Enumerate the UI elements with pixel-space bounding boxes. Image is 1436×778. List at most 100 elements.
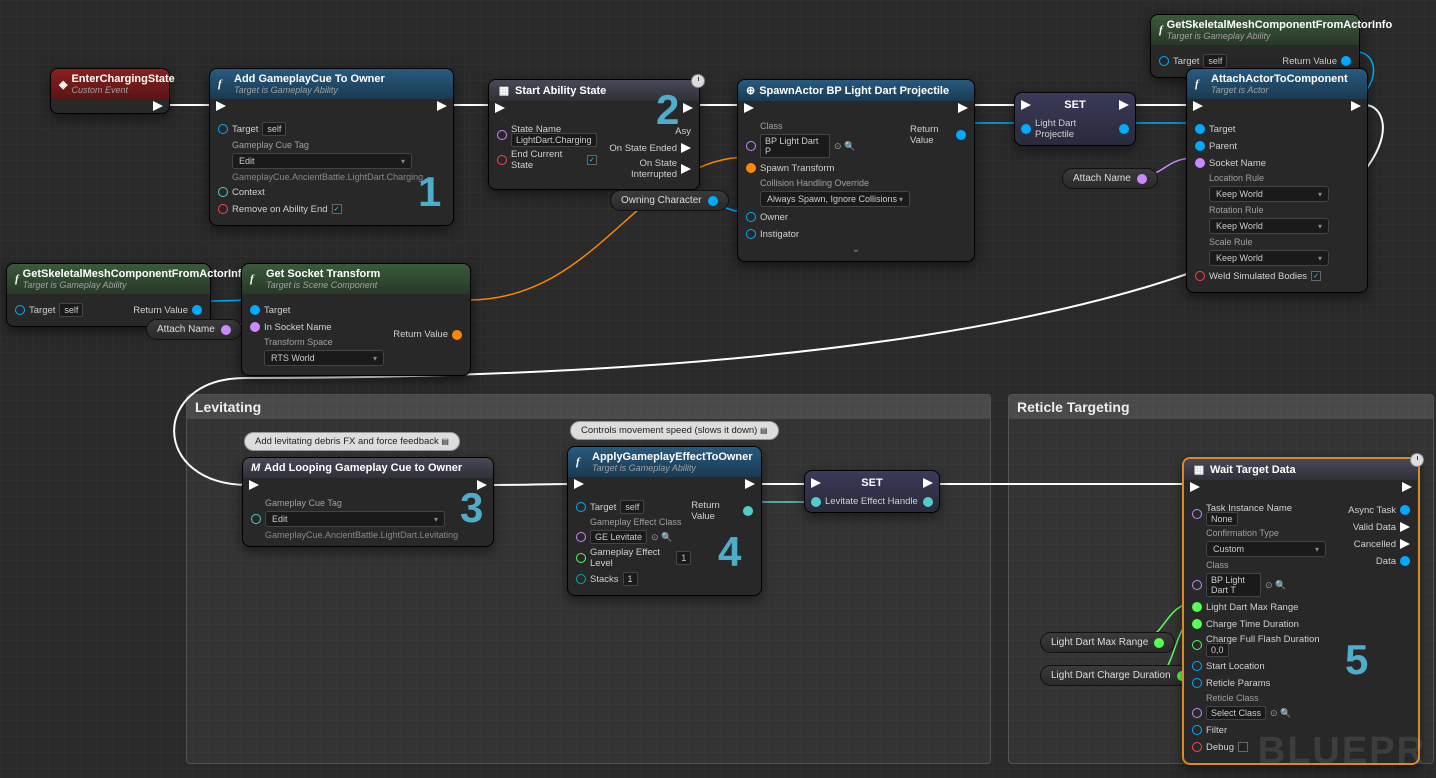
pin-tag[interactable] xyxy=(251,514,261,524)
pin-out[interactable] xyxy=(1154,638,1164,648)
pin-remove[interactable] xyxy=(218,204,228,214)
graph-canvas[interactable]: ◈ EnterChargingState Custom Event f Add … xyxy=(0,0,1436,778)
exec-in-pin[interactable] xyxy=(249,480,259,490)
exec-in-pin[interactable] xyxy=(744,103,754,113)
pin-ge-level[interactable] xyxy=(576,553,586,563)
var-attach-name-1[interactable]: Attach Name xyxy=(1062,168,1158,189)
pin-target[interactable] xyxy=(250,305,260,315)
class-value[interactable]: BP Light Dart P xyxy=(760,134,830,158)
node-add-looping-cue[interactable]: M Add Looping Gameplay Cue to Owner Game… xyxy=(242,457,494,547)
pin-filter[interactable] xyxy=(1192,725,1202,735)
stacks-value[interactable]: 1 xyxy=(623,572,638,586)
pin-class[interactable] xyxy=(1192,580,1202,590)
pin-charge-time[interactable] xyxy=(1192,619,1202,629)
exec-cancelled[interactable] xyxy=(1400,539,1410,549)
var-attach-name-2[interactable]: Attach Name xyxy=(146,319,242,340)
pin-owner[interactable] xyxy=(746,212,756,222)
node-set-levitate-handle[interactable]: SET Levitate Effect Handle xyxy=(804,470,940,513)
ret-class-value[interactable]: Select Class xyxy=(1206,706,1266,720)
pin-debug[interactable] xyxy=(1192,742,1202,752)
node-add-gameplay-cue[interactable]: f Add GameplayCue To Owner Target is Gam… xyxy=(209,68,454,226)
pin-ge-class[interactable] xyxy=(576,532,586,542)
node-apply-gameplay-effect[interactable]: f ApplyGameplayEffectToOwner Target is G… xyxy=(567,446,762,596)
node-attach-actor[interactable]: f AttachActorToComponent Target is Actor… xyxy=(1186,68,1368,293)
transform-space-dropdown[interactable]: RTS World xyxy=(264,350,384,366)
pin-state-name[interactable] xyxy=(497,130,507,140)
pin-spawn-transform[interactable] xyxy=(746,163,756,173)
pin-return[interactable] xyxy=(956,130,966,140)
exec-out-pin[interactable] xyxy=(958,103,968,113)
exec-out-interrupted[interactable] xyxy=(681,164,691,174)
pin-max-range[interactable] xyxy=(1192,602,1202,612)
exec-in-pin[interactable] xyxy=(216,101,226,111)
pin-class[interactable] xyxy=(746,141,756,151)
exec-out-pin[interactable] xyxy=(1351,101,1361,111)
pin-out[interactable] xyxy=(1137,174,1147,184)
note-debris[interactable]: Add levitating debris FX and force feedb… xyxy=(244,432,460,451)
tag-dropdown[interactable]: Edit xyxy=(232,153,412,169)
pin-weld[interactable] xyxy=(1195,271,1205,281)
pin-return[interactable] xyxy=(743,506,753,516)
collision-dropdown[interactable]: Always Spawn, Ignore Collisions xyxy=(760,191,910,207)
exec-out-pin[interactable] xyxy=(477,480,487,490)
exec-in-pin[interactable] xyxy=(1190,482,1200,492)
node-start-ability-state[interactable]: ▦ Start Ability State State Name LightDa… xyxy=(488,79,700,190)
checkbox[interactable] xyxy=(1311,271,1321,281)
pin-return[interactable] xyxy=(192,305,202,315)
pin-target[interactable] xyxy=(576,502,586,512)
exec-in-pin[interactable] xyxy=(1021,100,1031,110)
node-get-socket-transform[interactable]: f Get Socket Transform Target is Scene C… xyxy=(241,263,471,376)
exec-out-pin[interactable] xyxy=(153,101,163,111)
asset-picker-icon[interactable]: ⊙ 🔍 xyxy=(1265,580,1286,591)
node-spawn-actor[interactable]: ⊕ SpawnActor BP Light Dart Projectile Cl… xyxy=(737,79,975,262)
node-get-skeletal-mesh-2[interactable]: f GetSkeletalMeshComponentFromActorInfo … xyxy=(6,263,211,327)
loc-rule-dropdown[interactable]: Keep World xyxy=(1209,186,1329,202)
pin-stacks[interactable] xyxy=(576,574,586,584)
asset-picker-icon[interactable]: ⊙ 🔍 xyxy=(1270,708,1291,719)
flash-value[interactable]: 0,0 xyxy=(1206,643,1229,657)
tag-dropdown[interactable]: Edit xyxy=(265,511,445,527)
pin-out[interactable] xyxy=(708,196,718,206)
exec-in-pin[interactable] xyxy=(811,478,821,488)
pin-data[interactable] xyxy=(1400,556,1410,566)
pin-return[interactable] xyxy=(1341,56,1351,66)
pin-ret-class[interactable] xyxy=(1192,708,1202,718)
pin-out[interactable] xyxy=(923,497,933,507)
exec-in-pin[interactable] xyxy=(1193,101,1203,111)
class-value[interactable]: BP Light Dart T xyxy=(1206,573,1261,597)
exec-in-pin[interactable] xyxy=(495,103,505,113)
level-value[interactable]: 1 xyxy=(676,551,691,565)
pin-target[interactable] xyxy=(1159,56,1169,66)
var-charge-duration[interactable]: Light Dart Charge Duration xyxy=(1040,665,1198,686)
var-owning-character[interactable]: Owning Character xyxy=(610,190,729,211)
pin-ret-params[interactable] xyxy=(1192,678,1202,688)
pin-in[interactable] xyxy=(1021,124,1031,134)
pin-out[interactable] xyxy=(221,325,231,335)
pin-start-loc[interactable] xyxy=(1192,661,1202,671)
exec-out-pin[interactable] xyxy=(1402,482,1412,492)
pin-in[interactable] xyxy=(811,497,821,507)
pin-out[interactable] xyxy=(1119,124,1129,134)
exec-out-pin[interactable] xyxy=(923,478,933,488)
checkbox[interactable] xyxy=(587,155,597,165)
pin-flash-dur[interactable] xyxy=(1192,640,1202,650)
exec-out-pin[interactable] xyxy=(745,479,755,489)
pin-instigator[interactable] xyxy=(746,229,756,239)
node-enter-charging-state[interactable]: ◈ EnterChargingState Custom Event xyxy=(50,68,170,114)
pin-async[interactable] xyxy=(1400,505,1410,515)
pin-in-socket[interactable] xyxy=(250,322,260,332)
asset-picker-icon[interactable]: ⊙ 🔍 xyxy=(834,141,855,152)
var-max-range[interactable]: Light Dart Max Range xyxy=(1040,632,1175,653)
checkbox[interactable] xyxy=(332,204,342,214)
task-value[interactable]: None xyxy=(1206,512,1238,526)
pin-context[interactable] xyxy=(218,187,228,197)
expand-icon[interactable]: ⌄ xyxy=(746,244,966,255)
checkbox[interactable] xyxy=(1238,742,1248,752)
pin-target[interactable] xyxy=(1195,124,1205,134)
pin-end-current[interactable] xyxy=(497,155,507,165)
node-set-projectile[interactable]: SET Light Dart Projectile xyxy=(1014,92,1136,146)
node-wait-target-data[interactable]: ▦ Wait Target Data Task Instance Name No… xyxy=(1182,457,1420,765)
conf-type-dropdown[interactable]: Custom xyxy=(1206,541,1326,557)
state-value[interactable]: LightDart.Charging xyxy=(511,133,597,147)
rot-rule-dropdown[interactable]: Keep World xyxy=(1209,218,1329,234)
